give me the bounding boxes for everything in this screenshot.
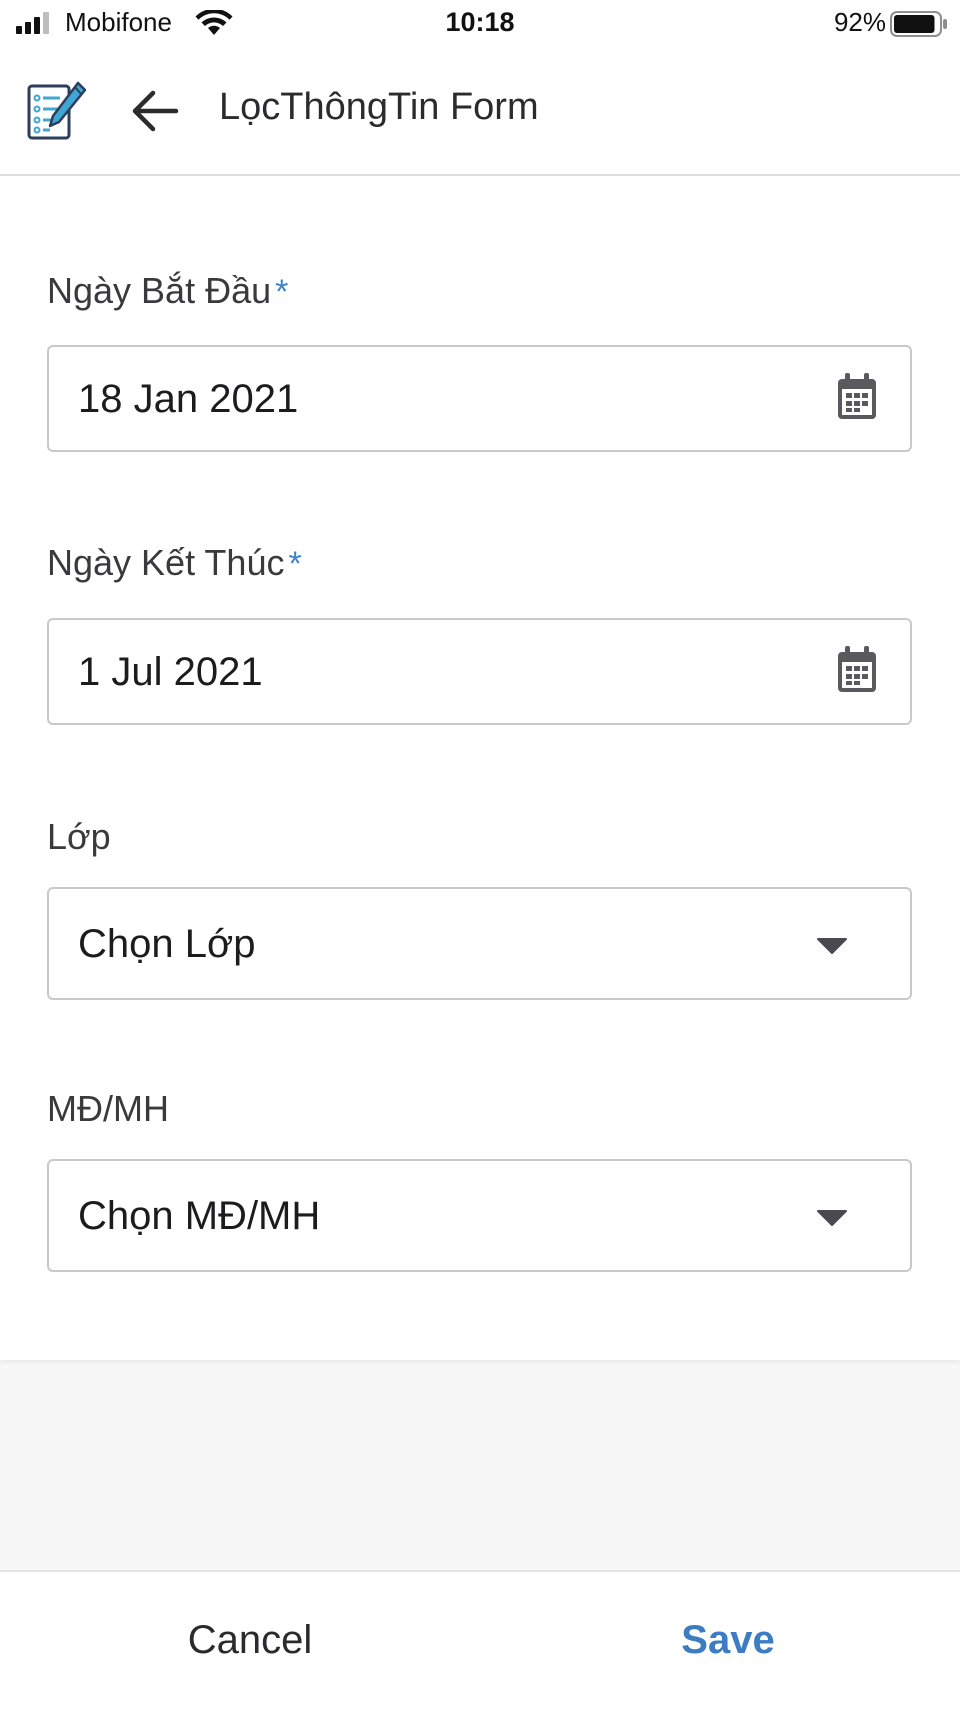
start-date-label-text: Ngày Bắt Đầu [47,270,272,311]
save-button[interactable]: Save [608,1572,848,1709]
calendar-icon[interactable] [836,373,878,421]
subject-label: MĐ/MH [47,1088,169,1129]
clock: 10:18 [445,7,515,37]
battery-percent: 92% [833,7,886,37]
end-date-label: Ngày Kết Thúc * [47,542,302,584]
back-button[interactable] [128,86,182,136]
calendar-icon[interactable] [836,646,878,694]
form-checklist-icon [27,81,87,140]
required-marker: * [275,273,289,311]
caret-down-icon [817,938,847,954]
action-bar: Cancel Save [0,1570,960,1709]
class-label: Lớp [47,816,111,857]
subject-select-value: Chọn MĐ/MH [78,1194,321,1238]
end-date-field[interactable]: 1 Jul 2021 [47,618,912,725]
start-date-label: Ngày Bắt Đầu * [47,270,288,312]
status-bar: Mobifone 10:18 92% [0,0,960,50]
required-marker: * [288,545,302,583]
app-header: LọcThôngTin Form [0,50,960,176]
page-title: LọcThôngTin Form [219,86,539,128]
end-date-label-text: Ngày Kết Thúc [47,542,285,583]
end-date-value: 1 Jul 2021 [78,650,263,694]
arrow-left-icon [132,90,179,132]
start-date-field[interactable]: 18 Jan 2021 [47,345,912,452]
class-select[interactable]: Chọn Lớp [47,887,912,1000]
subject-select[interactable]: Chọn MĐ/MH [47,1159,912,1272]
caret-down-icon [817,1210,847,1226]
battery-icon [890,11,947,37]
cancel-button[interactable]: Cancel [130,1572,370,1709]
class-select-value: Chọn Lớp [78,922,256,966]
start-date-value: 18 Jan 2021 [78,377,299,421]
filter-form: Ngày Bắt Đầu * 18 Jan 2021 Ngày Kết Thúc *… [0,176,960,1360]
